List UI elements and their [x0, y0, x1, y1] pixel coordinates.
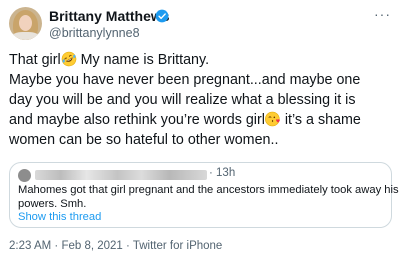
rolling-on-floor-laughing-emoji-icon [61, 51, 76, 67]
tweet-card: Brittany Matthews @brittanylynne8 ··· Th… [0, 0, 400, 263]
tweet-line-1-after: My name is Brittany. [76, 52, 210, 68]
quoted-tweet-line-1: Mahomes got that girl pregnant and the a… [18, 184, 399, 196]
quoted-tweet-time[interactable]: · 13h [209, 167, 235, 179]
quoted-author-avatar [18, 169, 31, 182]
tweet-line-1: That girl My name is Brittany. [9, 50, 397, 70]
tweet-line-2: Maybe you have never been pregnant...and… [9, 72, 361, 88]
meta-separator-1: · [51, 240, 62, 252]
quoted-tweet-line-2: powers. Smh. [18, 198, 87, 210]
tweet-line-4: and maybe also rethink you’re words girl… [9, 110, 397, 130]
tweet-line-1-before: That girl [9, 52, 61, 68]
quoted-tweet-text: Mahomes got that girl pregnant and the a… [18, 183, 399, 211]
tweet-line-4-after: it’s a shame [280, 112, 361, 128]
author-display-name[interactable]: Brittany Matthews [49, 8, 170, 24]
author-avatar[interactable] [9, 7, 42, 40]
tweet-time[interactable]: 2:23 AM [9, 240, 51, 252]
author-handle[interactable]: @brittanylynne8 [49, 26, 140, 40]
meta-separator-2: · [122, 240, 133, 252]
tweet-line-5: women can be so hateful to other women.. [9, 132, 279, 148]
tweet-line-3: day you will be and you will realize wha… [9, 92, 356, 108]
quoted-tweet[interactable]: · 13h Mahomes got that girl pregnant and… [9, 162, 399, 228]
tweet-metadata: 2:23 AM · Feb 8, 2021 · Twitter for iPho… [9, 240, 222, 252]
tweet-text: That girl My name is Brittany. Maybe you… [9, 50, 397, 150]
verified-badge-icon [155, 9, 169, 23]
tweet-source[interactable]: Twitter for iPhone [133, 240, 222, 252]
avatar-shirt [11, 32, 40, 40]
more-options-icon[interactable]: ··· [374, 7, 391, 21]
tweet-line-4-before: and maybe also rethink you’re words girl [9, 112, 265, 128]
face-blowing-a-kiss-emoji-icon [264, 111, 280, 127]
tweet-date[interactable]: Feb 8, 2021 [61, 240, 122, 252]
avatar-face [19, 15, 32, 31]
show-this-thread-link[interactable]: Show this thread [18, 211, 101, 223]
quoted-author-name-redacted [35, 170, 207, 180]
